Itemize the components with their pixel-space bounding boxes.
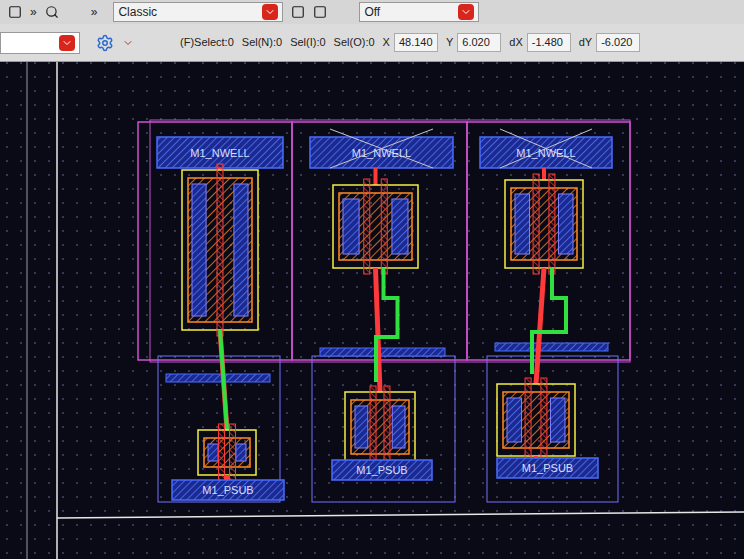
- metal-route[interactable]: [532, 268, 566, 374]
- layout-drawing[interactable]: M1_NWELLM1_PSUBM1_NWELLM1_PSUBM1_NWELLM1…: [0, 62, 744, 559]
- svg-text:M1_NWELL: M1_NWELL: [190, 147, 249, 159]
- more-button[interactable]: »: [30, 3, 37, 21]
- pmos-transistor[interactable]: [182, 164, 258, 336]
- nmos-transistor[interactable]: [497, 378, 575, 462]
- gear-icon[interactable]: [96, 34, 114, 52]
- tool-icon[interactable]: [291, 5, 305, 19]
- nmos-transistor[interactable]: [198, 424, 256, 481]
- svg-text:M1_PSUB: M1_PSUB: [522, 462, 573, 474]
- dropdown-arrow-icon[interactable]: [59, 35, 75, 51]
- svg-text:M1_PSUB: M1_PSUB: [202, 484, 253, 496]
- search-icon[interactable]: [45, 5, 59, 19]
- pmos-transistor[interactable]: [505, 174, 583, 274]
- snap-select[interactable]: Off: [359, 2, 479, 22]
- input-pin[interactable]: [166, 374, 270, 382]
- svg-text:M1_PSUB: M1_PSUB: [356, 464, 407, 476]
- layout-cell[interactable]: M1_NWELL M1_PSUB: [138, 122, 292, 502]
- nwell-contact[interactable]: M1_NWELL: [157, 137, 283, 168]
- coordinate-field: dX-1.480: [509, 33, 570, 52]
- nmos-transistor[interactable]: [345, 386, 415, 468]
- layout-editor: » » Classic Off (F)Select:0 Sel(N):0 Sel(I):0 S…: [0, 0, 744, 559]
- tool-icon[interactable]: [313, 5, 327, 19]
- selection-count: Sel(N):0: [242, 34, 282, 51]
- psub-contact[interactable]: M1_PSUB: [172, 480, 284, 500]
- coordinate-field: X48.140: [383, 33, 438, 52]
- coordinate-field: Y6.020: [446, 33, 501, 52]
- input-pin[interactable]: [495, 343, 608, 351]
- dropdown-arrow-icon[interactable]: [122, 37, 134, 49]
- selection-count: Sel(I):0: [290, 34, 325, 51]
- selection-count: Sel(O):0: [334, 34, 375, 51]
- input-pin[interactable]: [320, 348, 445, 356]
- psub-contact[interactable]: M1_PSUB: [497, 458, 598, 478]
- layout-cell[interactable]: M1_NWELL M1_PSUB: [292, 122, 467, 502]
- nwell-contact[interactable]: M1_NWELL: [310, 129, 453, 168]
- view-mode-select[interactable]: Classic: [113, 2, 283, 22]
- metal-route[interactable]: [220, 330, 227, 430]
- svg-text:M1_NWELL: M1_NWELL: [352, 147, 411, 159]
- layout-canvas[interactable]: M1_NWELLM1_PSUBM1_NWELLM1_PSUBM1_NWELLM1…: [0, 62, 744, 559]
- toolbar-top: » » Classic Off: [0, 0, 744, 24]
- svg-text:M1_NWELL: M1_NWELL: [516, 147, 575, 159]
- layout-cell[interactable]: M1_NWELL M1_PSUB: [467, 122, 630, 502]
- metal-route[interactable]: [376, 268, 398, 382]
- dropdown-arrow-icon[interactable]: [262, 4, 278, 20]
- layer-select[interactable]: [0, 32, 80, 54]
- selection-count: (F)Select:0: [180, 34, 234, 51]
- dropdown-arrow-icon[interactable]: [458, 4, 474, 20]
- pmos-transistor[interactable]: [333, 179, 418, 274]
- psub-contact[interactable]: M1_PSUB: [332, 460, 432, 480]
- status-toolbar: (F)Select:0 Sel(N):0 Sel(I):0 Sel(O):0 X48.1…: [0, 24, 744, 62]
- tool-icon[interactable]: [8, 5, 22, 19]
- more-button[interactable]: »: [91, 3, 98, 21]
- coordinate-field: dY-6.020: [579, 33, 640, 52]
- nwell-contact[interactable]: M1_NWELL: [480, 129, 612, 168]
